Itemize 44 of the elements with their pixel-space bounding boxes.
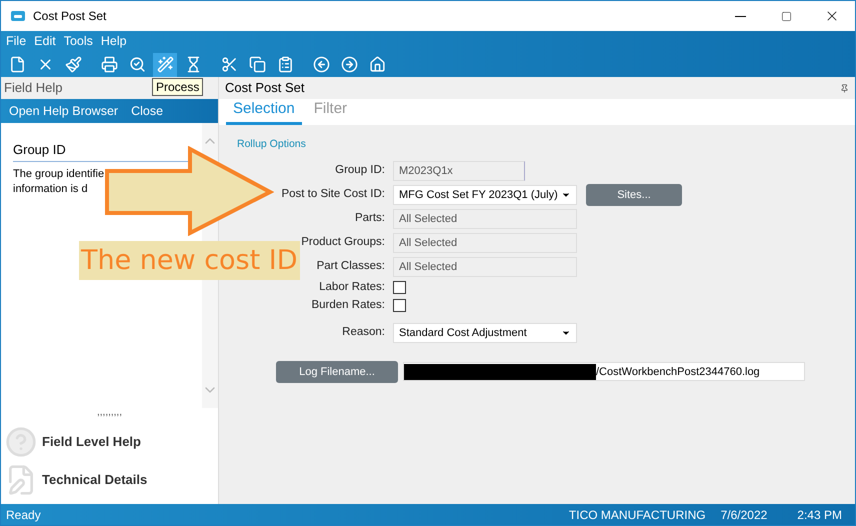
log-filename-button[interactable]: Log Filename... [276,360,398,383]
field-label: Product Groups: [301,235,385,250]
help-icon [5,426,37,458]
dropdown-field[interactable]: MFG Cost Set FY 2023Q1 (July) [393,184,577,205]
wand-icon[interactable] [153,52,177,76]
help-action-link[interactable]: Close [131,102,164,120]
help-action-link[interactable]: Open Help Browser [9,102,118,120]
menu-item[interactable]: File [6,32,26,51]
app-icon [11,11,25,21]
field-label: Burden Rates: [311,298,385,314]
window-title: Cost Post Set [33,8,106,25]
menu-item[interactable]: Edit [34,32,56,51]
maximize-icon [780,10,792,22]
status-text: Ready [6,506,41,524]
company-name: TICO MANUFACTURING [568,506,706,524]
form-title: Cost Post Set [225,79,304,98]
panel-title: Field Help [4,79,63,98]
field-label: Group ID: [335,163,385,178]
field-help-link[interactable]: Field Level Help [5,426,218,458]
pin-icon[interactable] [840,84,849,92]
technical-details-link[interactable]: Technical Details [5,464,218,496]
splitter-grip[interactable]: ,,,,,,,,, [96,408,122,422]
checkbox[interactable] [393,299,406,312]
field-label: Parts: [354,211,385,226]
sites-button[interactable]: Sites... [586,184,682,206]
menu-item[interactable]: Tools [64,32,93,51]
tab[interactable]: Filter [306,98,354,125]
menu-item[interactable]: Help [100,32,127,51]
dropdown-field[interactable]: Standard Cost Adjustment [393,322,577,343]
tab[interactable]: Selection [226,98,302,125]
checkbox[interactable] [393,281,406,294]
field-label: Labor Rates: [319,280,385,296]
field-label: Part Classes: [316,259,385,274]
field-label: Post to Site Cost ID: [281,187,385,202]
status-date: 7/6/2022 [720,506,768,524]
help-text: information is d [13,182,88,196]
text-field[interactable]: M2023Q1x [393,160,525,181]
status-time: 2:43 PM [797,506,842,524]
help-text: The group identifie [13,166,104,182]
field-label: Reason: [342,325,385,340]
section-title: Rollup Options [237,138,306,150]
tooltip: Process [152,78,204,96]
annotation-caption: The new cost ID [79,241,300,280]
log-path-field[interactable]: /CostWorkbenchPost2344760.log [403,362,805,382]
